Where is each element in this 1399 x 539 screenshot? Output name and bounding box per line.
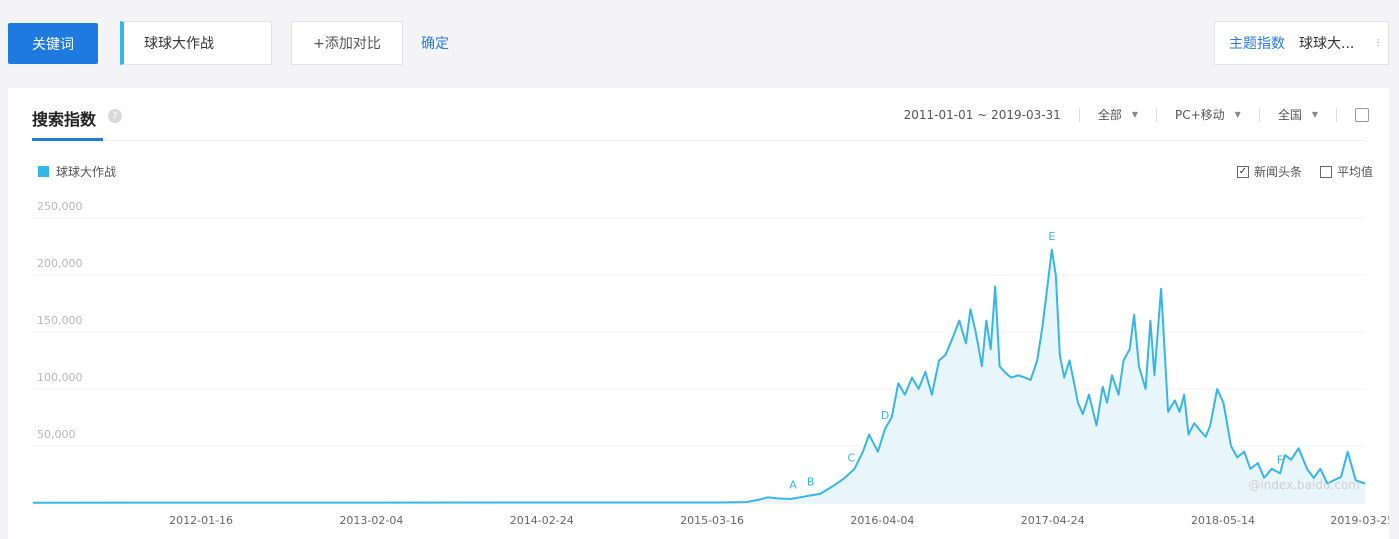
more-icon[interactable]: ⁝ (1376, 36, 1380, 50)
x-tick-label: 2018-05-14 (1191, 514, 1255, 527)
search-index-chart: 50,000 100,000 150,000 200,000 250,000 2012-0… (32, 200, 1389, 527)
theme-keyword[interactable]: 球球大... (1299, 33, 1354, 53)
add-compare-button[interactable]: +添加对比 (291, 21, 403, 65)
y-tick-label: 100,000 (37, 371, 83, 384)
top-toolbar: 关键词 球球大作战 +添加对比 确定 主题指数 球球大... ⁝ (0, 0, 1399, 88)
theme-index-label[interactable]: 主题指数 (1229, 33, 1285, 53)
annotation-marker: C (848, 452, 856, 465)
x-tick-label: 2017-04-24 (1021, 514, 1085, 527)
keyword-input[interactable]: 球球大作战 (120, 21, 272, 65)
annotation-marker: D (881, 409, 889, 422)
annotation-marker: A (789, 479, 797, 492)
annotation-marker: B (807, 475, 815, 488)
theme-index-box[interactable]: 主题指数 球球大... ⁝ (1214, 21, 1389, 65)
x-tick-label: 2016-04-04 (850, 514, 914, 527)
y-tick-label: 200,000 (37, 257, 83, 270)
annotation-marker: E (1048, 230, 1055, 243)
y-tick-label: 250,000 (37, 200, 83, 213)
y-tick-label: 150,000 (37, 314, 83, 327)
search-index-card: 搜索指数 ? 2011-01-01 ~ 2019-03-31 全部 ▼ PC+移… (8, 88, 1389, 539)
x-tick-label: 2015-03-16 (680, 514, 744, 527)
keyword-tab-button[interactable]: 关键词 (8, 23, 98, 64)
y-tick-label: 50,000 (37, 428, 76, 441)
confirm-link[interactable]: 确定 (421, 33, 449, 53)
x-tick-label: 2014-02-24 (510, 514, 574, 527)
x-tick-label: 2013-02-04 (339, 514, 403, 527)
annotation-marker: F (1277, 453, 1283, 466)
x-tick-label: 2012-01-16 (169, 514, 233, 527)
watermark-text: @index.baidu.com (1248, 478, 1360, 492)
x-tick-label: 2019-03-25 (1330, 514, 1389, 527)
